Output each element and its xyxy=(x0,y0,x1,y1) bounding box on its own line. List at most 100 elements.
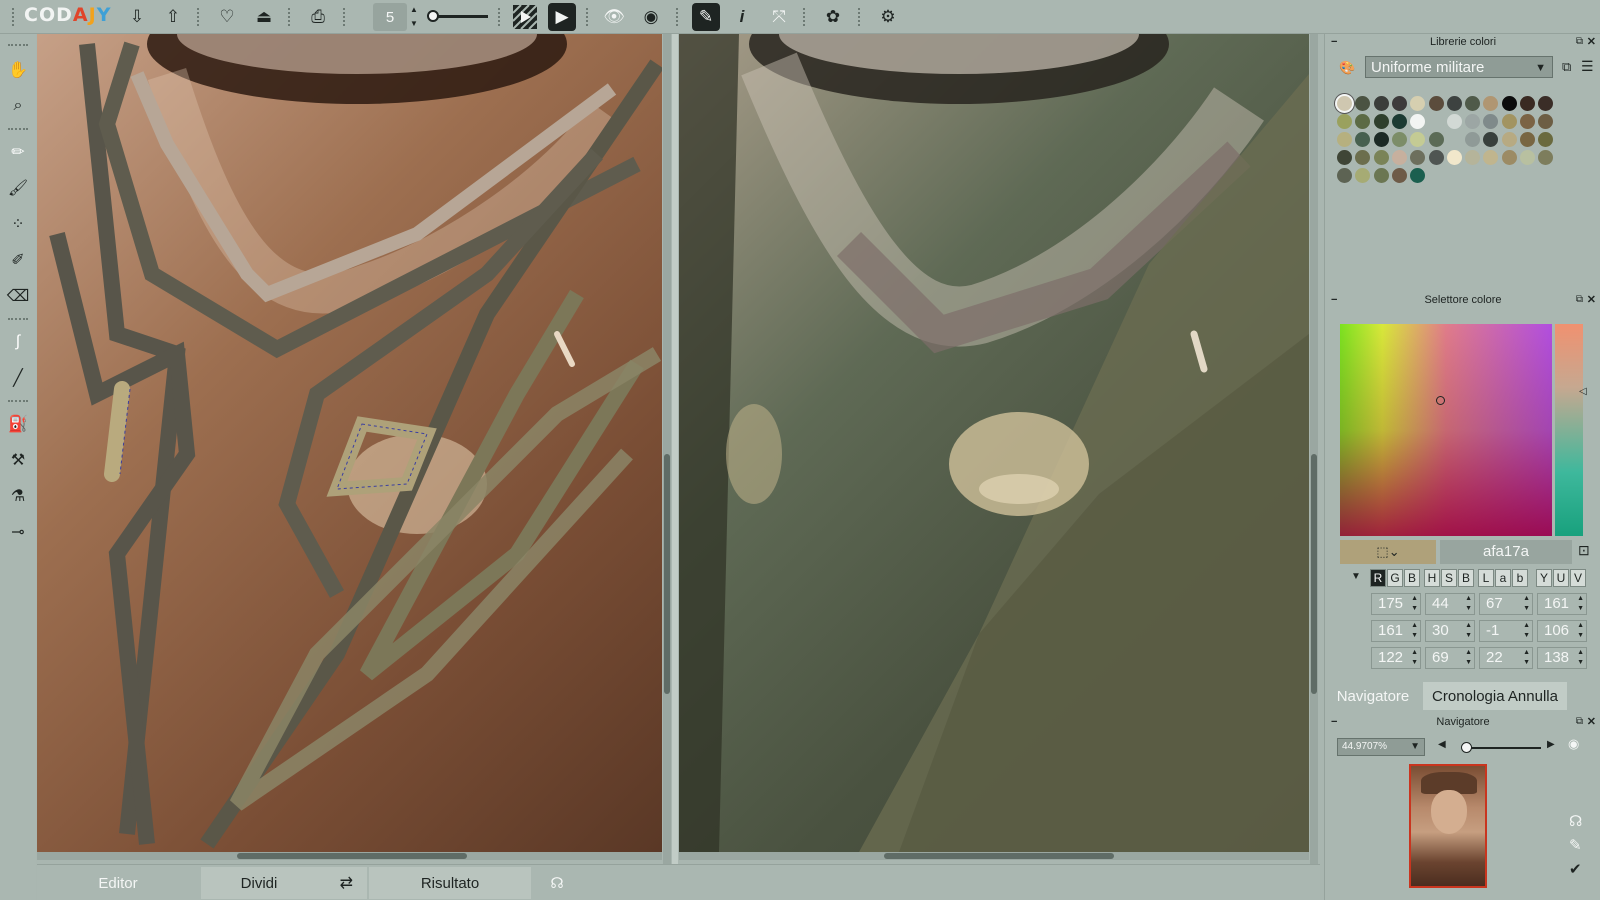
palette-swatch[interactable] xyxy=(1355,114,1371,129)
palette-swatch[interactable] xyxy=(1391,132,1407,147)
collapse-icon[interactable]: − xyxy=(1331,714,1337,730)
hsb-header[interactable]: H S B xyxy=(1424,569,1474,587)
eyedropper-icon[interactable]: ⊸ xyxy=(4,518,32,546)
brush-size-slider[interactable] xyxy=(427,10,488,22)
settings-gear-icon[interactable]: ⚙ xyxy=(874,3,902,31)
zoom-icon[interactable]: ⌕ xyxy=(4,92,32,120)
settings-icon[interactable]: ✿ xyxy=(819,3,847,31)
line-icon[interactable]: ╱ xyxy=(4,364,32,392)
pen-icon[interactable]: ✎ xyxy=(1569,836,1582,854)
u-input[interactable]: 106 ▲ ▼ xyxy=(1537,620,1587,642)
stamp-icon[interactable]: ⚒ xyxy=(4,446,32,474)
slider-knob[interactable] xyxy=(427,10,439,22)
channel-g[interactable]: G xyxy=(1387,569,1403,587)
view-divider[interactable] xyxy=(672,34,678,864)
undock-icon[interactable]: ⧉ xyxy=(1576,34,1583,50)
r-input[interactable]: 175 ▲ ▼ xyxy=(1371,593,1421,615)
fit-icon[interactable]: ⤧ xyxy=(765,3,793,31)
color-field-cursor[interactable] xyxy=(1436,396,1445,405)
undock-icon[interactable]: ⧉ xyxy=(1576,292,1583,308)
channel-h[interactable]: H xyxy=(1424,569,1440,587)
channel-u[interactable]: U xyxy=(1553,569,1569,587)
y-input[interactable]: 161 ▲ ▼ xyxy=(1537,593,1587,615)
palette-swatch[interactable] xyxy=(1410,114,1426,129)
palette-swatch[interactable] xyxy=(1501,114,1517,129)
play-icon[interactable]: ▶ xyxy=(548,3,576,31)
stepper-icon[interactable]: ▲ ▼ xyxy=(1411,594,1418,614)
palette-swatch[interactable] xyxy=(1465,132,1481,147)
current-color-swatch[interactable]: ⬚⌄ xyxy=(1340,540,1436,564)
hint-toggle-icon[interactable]: ☊ xyxy=(542,867,572,899)
stepper-icon[interactable]: ▲ ▼ xyxy=(1523,594,1530,614)
smudge-icon[interactable]: ∫ xyxy=(4,328,32,356)
palette-swatch[interactable] xyxy=(1428,150,1444,165)
eraser-icon[interactable]: ⌫ xyxy=(4,282,32,310)
palette-swatch[interactable] xyxy=(1373,96,1389,111)
palette-swatch[interactable] xyxy=(1373,132,1389,147)
palette-swatch[interactable] xyxy=(1391,150,1407,165)
palette-swatch[interactable] xyxy=(1538,132,1554,147)
stepper-icon[interactable]: ▲ ▼ xyxy=(1577,594,1584,614)
channel-v[interactable]: V xyxy=(1570,569,1586,587)
rgb-header[interactable]: R G B xyxy=(1370,569,1420,587)
palette-swatch[interactable] xyxy=(1520,96,1535,111)
channel-b[interactable]: B xyxy=(1404,569,1420,587)
s-input[interactable]: 30 ▲ ▼ xyxy=(1425,620,1475,642)
zoom-in-icon[interactable]: ▶ xyxy=(1547,739,1555,750)
palette-swatch[interactable] xyxy=(1410,168,1426,183)
palette-swatch[interactable] xyxy=(1465,114,1481,129)
navigator-thumbnail[interactable] xyxy=(1409,764,1487,888)
hint-toggle-icon[interactable]: ☊ xyxy=(1569,812,1582,830)
stepper-icon[interactable]: ▲ ▼ xyxy=(1411,621,1418,641)
brightness-input[interactable]: 69 ▲ ▼ xyxy=(1425,647,1475,669)
dropper-brush-icon[interactable]: ⚗ xyxy=(4,482,32,510)
export-icon[interactable]: ⇧ xyxy=(159,3,187,31)
editor-canvas[interactable] xyxy=(37,34,662,852)
palette-swatch[interactable] xyxy=(1410,96,1426,111)
palette-swatch[interactable] xyxy=(1446,96,1462,111)
palette-swatch[interactable] xyxy=(1337,96,1352,111)
channel-s[interactable]: S xyxy=(1441,569,1457,587)
close-icon[interactable]: ✕ xyxy=(1587,292,1596,308)
palette-swatch[interactable] xyxy=(1428,114,1444,129)
tab-undo-history[interactable]: Cronologia Annulla xyxy=(1423,682,1567,710)
stepper-icon[interactable]: ▲ ▼ xyxy=(1465,621,1472,641)
preview-icon[interactable] xyxy=(511,3,539,31)
palette-swatch[interactable] xyxy=(1538,96,1554,111)
b-input[interactable]: 122 ▲ ▼ xyxy=(1371,647,1421,669)
scroll-thumb[interactable] xyxy=(237,853,467,859)
palette-swatch[interactable] xyxy=(1355,168,1371,183)
editor-vertical-scrollbar[interactable] xyxy=(663,34,671,864)
screen-picker-icon[interactable]: ⊡ xyxy=(1578,542,1590,559)
palette-menu-icon[interactable]: ☰ xyxy=(1581,58,1594,75)
lab-header[interactable]: L a b xyxy=(1478,569,1528,587)
brush-size-field[interactable]: 5 xyxy=(373,3,407,31)
tab-editor[interactable]: Editor xyxy=(37,867,199,899)
channel-l[interactable]: L xyxy=(1478,569,1494,587)
result-vertical-scrollbar[interactable] xyxy=(1310,34,1318,864)
tab-navigator[interactable]: Navigatore xyxy=(1325,682,1421,710)
scroll-thumb[interactable] xyxy=(884,853,1114,859)
palette-swatch[interactable] xyxy=(1483,114,1499,129)
new-palette-icon[interactable]: ⧉ xyxy=(1562,59,1571,75)
channel-lab-b[interactable]: b xyxy=(1512,569,1528,587)
palette-swatch[interactable] xyxy=(1465,96,1481,111)
palette-swatch[interactable] xyxy=(1501,96,1517,111)
palette-swatch[interactable] xyxy=(1483,132,1499,147)
close-icon[interactable]: ✕ xyxy=(1587,34,1596,50)
eye-icon[interactable]: ◉ xyxy=(1568,736,1579,752)
brush-icon[interactable]: 🖌 xyxy=(4,174,32,202)
palette-swatch[interactable] xyxy=(1501,150,1517,165)
zoom-slider[interactable] xyxy=(1461,742,1541,753)
stepper-icon[interactable]: ▲ ▼ xyxy=(1411,648,1418,668)
pencil-icon[interactable]: ✏ xyxy=(4,138,32,166)
editor-horizontal-scrollbar[interactable] xyxy=(37,852,662,860)
stepper-icon[interactable]: ▲ ▼ xyxy=(1577,648,1584,668)
channel-b2[interactable]: B xyxy=(1458,569,1474,587)
palette-swatch[interactable] xyxy=(1391,114,1407,129)
palette-swatch[interactable] xyxy=(1501,132,1517,147)
stepper-icon[interactable]: ▲ ▼ xyxy=(1523,621,1530,641)
palette-swatch[interactable] xyxy=(1428,132,1444,147)
palette-swatch[interactable] xyxy=(1538,150,1554,165)
palette-swatch[interactable] xyxy=(1373,168,1389,183)
